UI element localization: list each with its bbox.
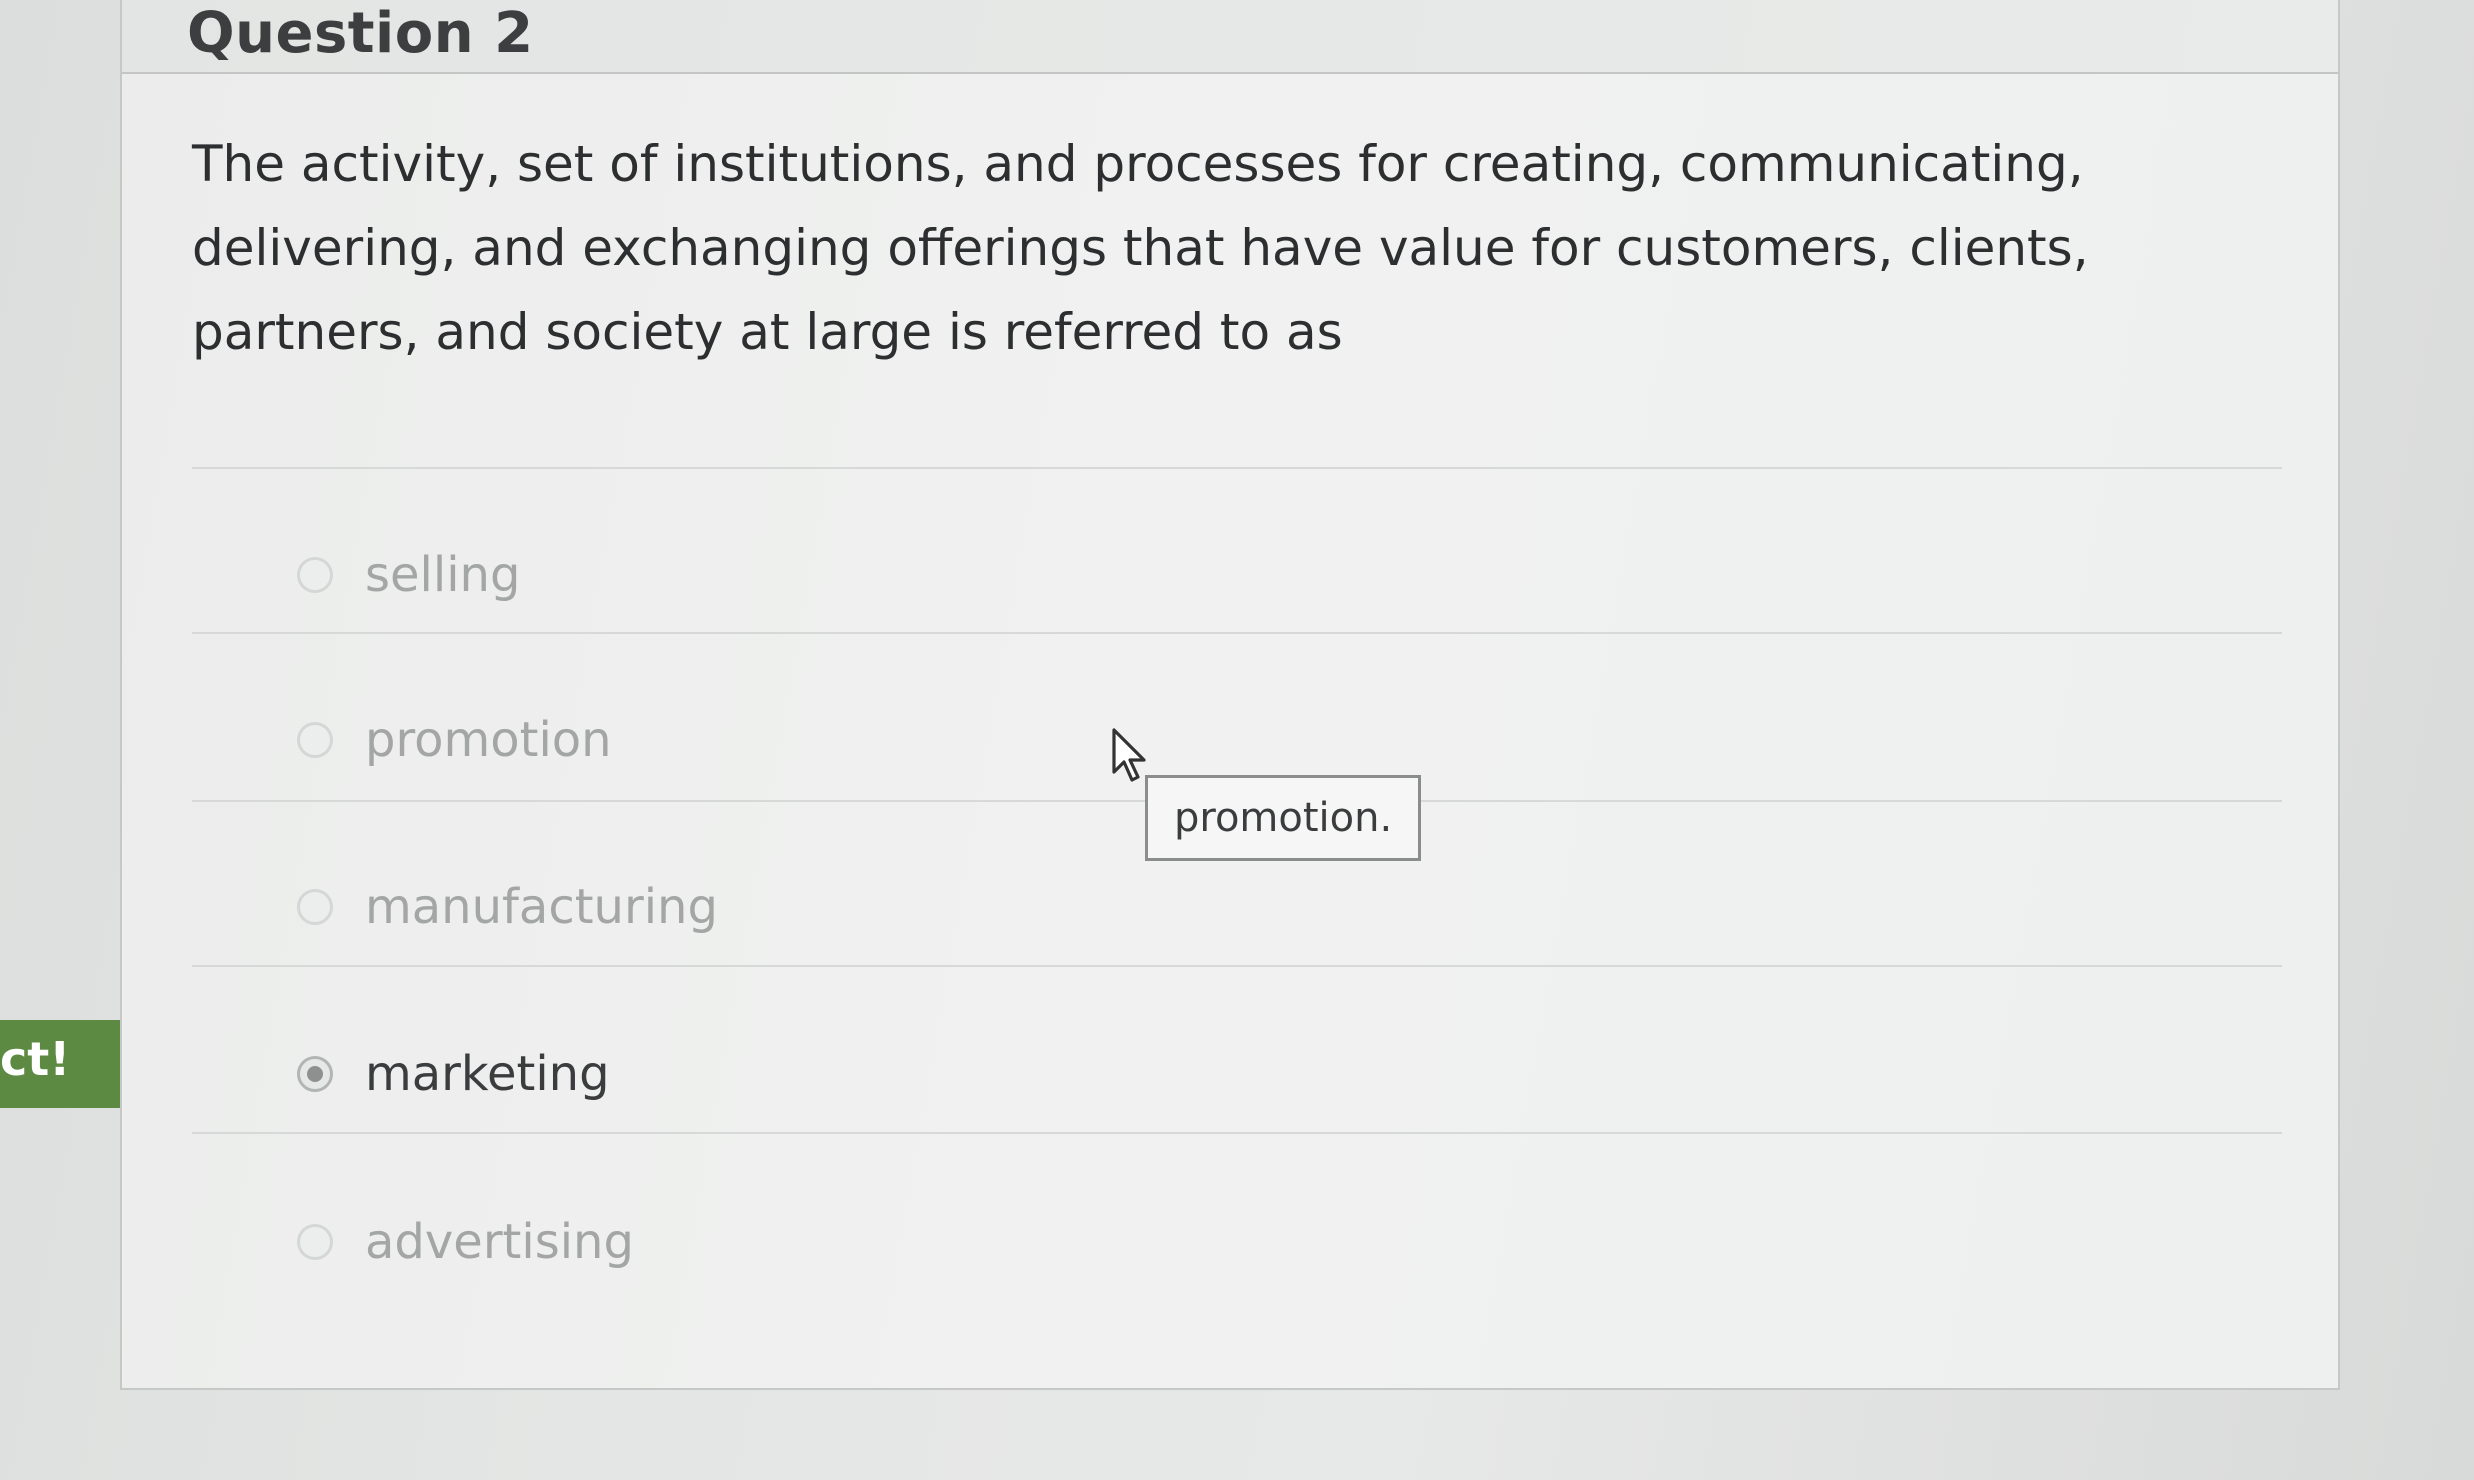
radio-button-icon[interactable]	[297, 557, 333, 593]
option-label[interactable]: advertising	[365, 1214, 634, 1270]
question-title: Question 2	[187, 1, 534, 66]
radio-button-icon[interactable]	[297, 722, 333, 758]
option-divider	[192, 965, 2282, 967]
option-promotion[interactable]: promotion	[297, 700, 612, 780]
option-manufacturing[interactable]: manufacturing	[297, 867, 718, 947]
question-text: The activity, set of institutions, and p…	[192, 135, 2089, 361]
option-divider	[192, 1132, 2282, 1134]
option-label[interactable]: marketing	[365, 1046, 610, 1102]
option-selling[interactable]: selling	[297, 535, 520, 615]
option-label[interactable]: selling	[365, 547, 520, 603]
option-divider	[192, 632, 2282, 634]
badge-text: ct!	[0, 1032, 71, 1086]
option-label[interactable]: promotion	[365, 712, 612, 768]
radio-button-checked-icon[interactable]	[297, 1056, 333, 1092]
options-divider	[192, 467, 2282, 469]
radio-button-icon[interactable]	[297, 889, 333, 925]
question-header: Question 2	[122, 0, 2338, 74]
mouse-cursor-icon	[1112, 728, 1146, 782]
option-advertising[interactable]: advertising	[297, 1202, 634, 1282]
option-marketing[interactable]: marketing	[297, 1034, 610, 1114]
hover-tooltip: promotion.	[1145, 775, 1422, 861]
option-label[interactable]: manufacturing	[365, 879, 718, 935]
question-card: Question 2 The activity, set of institut…	[120, 0, 2340, 1390]
radio-button-icon[interactable]	[297, 1224, 333, 1260]
